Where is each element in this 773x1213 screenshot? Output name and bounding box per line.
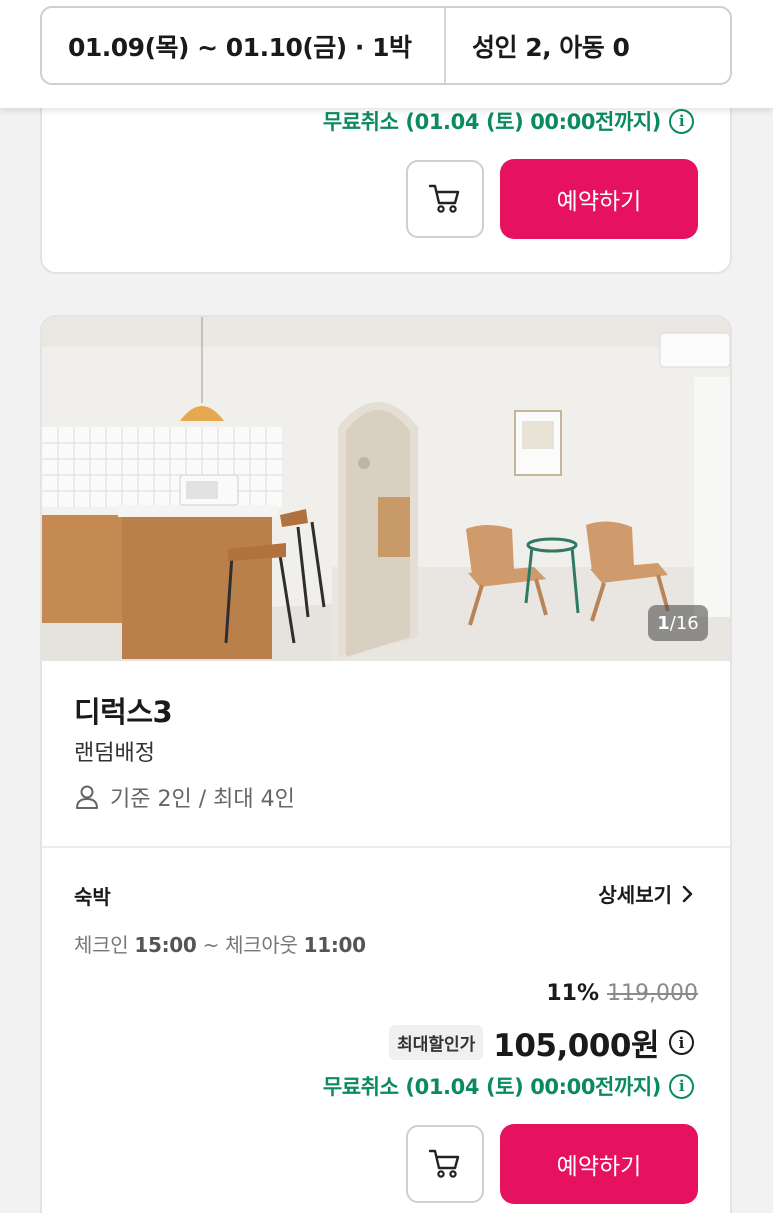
search-summary-box[interactable]: 01.09(목) ~ 01.10(금) · 1박 성인 2, 아동 0	[40, 6, 732, 85]
final-price: 105,000원	[493, 1028, 659, 1064]
room-photo[interactable]: 1/16	[42, 317, 730, 661]
discount-row: 11% 119,000	[546, 981, 698, 1006]
search-header: 01.09(목) ~ 01.10(금) · 1박 성인 2, 아동 0	[0, 0, 773, 108]
photo-counter-current: 1	[657, 612, 670, 634]
info-icon[interactable]: i	[669, 1073, 694, 1099]
section-divider	[42, 846, 730, 848]
room-card: 1/16 디럭스3 랜덤배정 기준 2인 / 최대 4인 숙박 상세보기 체크인…	[40, 315, 732, 1213]
room-name: 디럭스3	[74, 695, 173, 729]
info-icon[interactable]: i	[669, 108, 694, 134]
discount-percent: 11%	[546, 981, 600, 1006]
cart-icon	[428, 184, 460, 213]
view-details-link[interactable]: 상세보기	[598, 879, 694, 908]
date-range-field[interactable]: 01.09(목) ~ 01.10(금) · 1박	[42, 8, 446, 83]
person-icon	[76, 785, 98, 809]
view-details-label: 상세보기	[598, 883, 672, 907]
chevron-right-icon	[682, 885, 693, 902]
reserve-button[interactable]: 예약하기	[500, 159, 698, 239]
cart-icon	[428, 1149, 460, 1178]
guest-count-field[interactable]: 성인 2, 아동 0	[446, 8, 730, 83]
checkout-time: 11:00	[303, 933, 366, 957]
photo-counter-total: /16	[669, 612, 699, 634]
time-separator: ~	[202, 933, 220, 957]
free-cancel-text: 무료취소 (01.04 (토) 00:00전까지)	[322, 1075, 662, 1099]
checkout-label: 체크아웃	[225, 933, 298, 957]
free-cancel-notice: 무료취소 (01.04 (토) 00:00전까지) i	[323, 1071, 694, 1101]
reserve-button[interactable]: 예약하기	[500, 1124, 698, 1204]
stay-type-label: 숙박	[74, 885, 111, 909]
room-photo-illustration	[42, 317, 730, 661]
room-assignment-type: 랜덤배정	[74, 741, 155, 766]
add-to-cart-button[interactable]	[406, 1125, 484, 1203]
info-icon[interactable]: i	[669, 1030, 694, 1055]
price-row: 최대할인가 105,000원 i	[389, 1020, 694, 1065]
checkin-time: 15:00	[134, 933, 197, 957]
check-in-out-times: 체크인 15:00 ~ 체크아웃 11:00	[74, 929, 366, 958]
capacity-text: 기준 2인 / 최대 4인	[110, 787, 295, 812]
add-to-cart-button[interactable]	[406, 160, 484, 238]
room-capacity: 기준 2인 / 최대 4인	[74, 781, 295, 813]
original-price: 119,000	[607, 981, 698, 1006]
free-cancel-notice: 무료취소 (01.04 (토) 00:00전까지) i	[323, 106, 694, 136]
free-cancel-text: 무료취소 (01.04 (토) 00:00전까지)	[322, 110, 662, 134]
checkin-label: 체크인	[74, 933, 129, 957]
photo-counter: 1/16	[648, 605, 708, 641]
max-discount-badge: 최대할인가	[389, 1025, 484, 1060]
